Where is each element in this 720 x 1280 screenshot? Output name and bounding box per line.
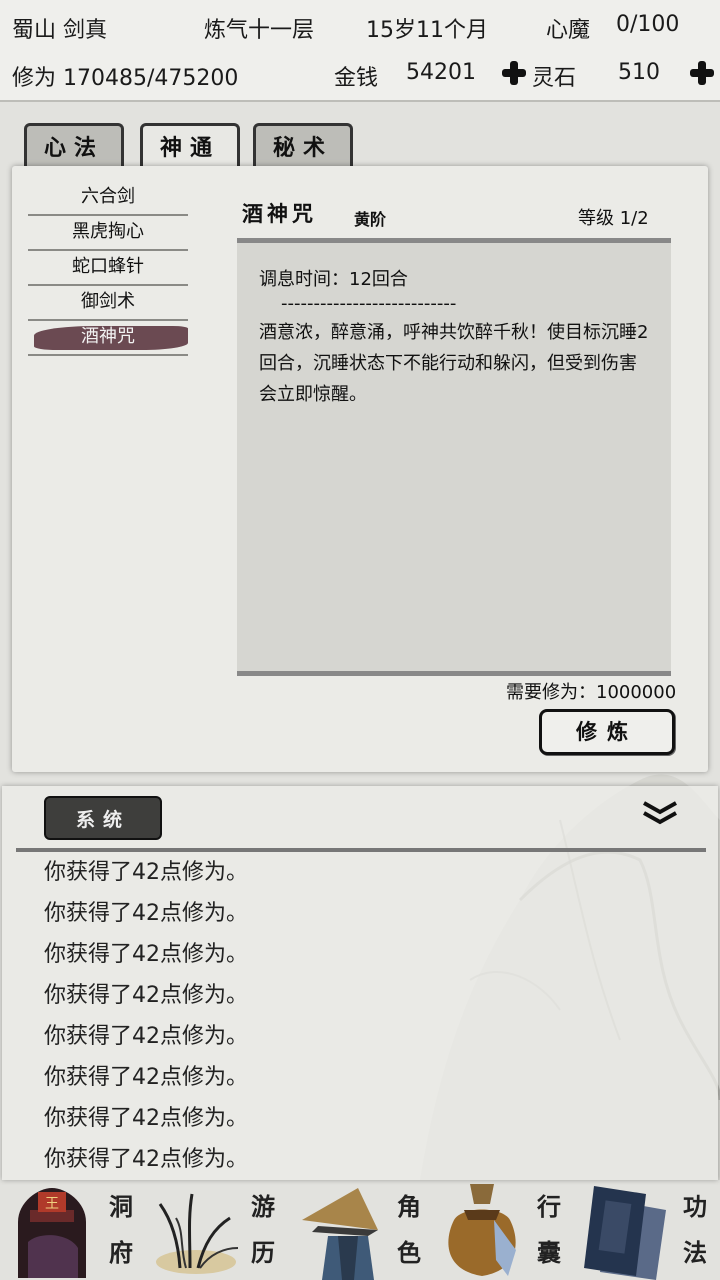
log-entry: 你获得了42点修为。 <box>44 983 248 1008</box>
skill-description: 酒意浓，醉意涌，呼神共饮醉千秋！使目标沉睡2回合，沉睡状态下不能行动和躲闪，但受… <box>259 322 649 405</box>
heart-demon-value: 0/100 <box>616 12 680 37</box>
realm-level: 炼气十一层 <box>204 18 315 43</box>
nav-label: 囊 <box>537 1238 561 1267</box>
skill-panel: 六合剑 黑虎掏心 蛇口蜂针 御剑术 酒神咒 酒神咒 黄阶 等级 1/2 调息时间… <box>12 166 708 772</box>
svg-text:王: 王 <box>45 1196 59 1212</box>
skill-item-label: 六合剑 <box>81 186 135 207</box>
age: 15岁11个月 <box>366 18 488 43</box>
sect-name: 蜀山 剑真 <box>12 18 107 43</box>
divider <box>16 848 706 852</box>
log-entry: 你获得了42点修为。 <box>44 1147 248 1172</box>
log-entry: 你获得了42点修为。 <box>44 1065 248 1090</box>
skill-list: 六合剑 黑虎掏心 蛇口蜂针 御剑术 酒神咒 <box>28 182 188 357</box>
divider: --------------------------- <box>281 293 457 314</box>
nav-label: 府 <box>109 1238 133 1267</box>
log-entry: 你获得了42点修为。 <box>44 901 248 926</box>
skill-rank: 黄阶 <box>354 210 387 229</box>
skill-item-label: 酒神咒 <box>81 326 135 347</box>
character-hat-icon <box>302 1188 378 1280</box>
cultivation-requirement: 需要修为：1000000 <box>506 682 677 703</box>
nav-label: 历 <box>251 1238 275 1267</box>
log-entries: 你获得了42点修为。 你获得了42点修为。 你获得了42点修为。 你获得了42点… <box>44 856 248 1184</box>
nav-label: 洞 <box>109 1192 133 1221</box>
nav-label: 行 <box>537 1192 561 1221</box>
books-icon <box>584 1186 666 1280</box>
log-entry: 你获得了42点修为。 <box>44 1106 248 1131</box>
cave-house-icon: 王 <box>18 1188 86 1278</box>
nav-travel[interactable]: 游 历 <box>144 1180 288 1280</box>
money-value: 54201 <box>406 60 476 85</box>
skill-item-label: 御剑术 <box>81 291 135 312</box>
skill-item-label: 蛇口蜂针 <box>72 256 144 277</box>
cultivation-progress: 修为 170485/475200 <box>12 66 239 91</box>
nav-bag[interactable]: 行 囊 <box>432 1180 576 1280</box>
tab-shentong[interactable]: 神通 <box>140 123 240 167</box>
tab-mishu[interactable]: 秘术 <box>253 123 353 167</box>
heart-demon-label: 心魔 <box>546 18 591 43</box>
add-money-icon[interactable] <box>502 61 526 85</box>
skill-item[interactable]: 黑虎掏心 <box>28 217 188 251</box>
collapse-chevron-icon[interactable] <box>642 800 678 828</box>
skill-name: 酒神咒 <box>242 201 317 226</box>
log-entry: 你获得了42点修为。 <box>44 860 248 885</box>
log-entry: 你获得了42点修为。 <box>44 1024 248 1049</box>
add-spirit-stone-icon[interactable] <box>690 61 714 85</box>
money-label: 金钱 <box>334 66 379 91</box>
spirit-stone-value: 510 <box>618 60 660 85</box>
status-header: 蜀山 剑真 炼气十一层 15岁11个月 心魔 0/100 修为 170485/4… <box>0 0 720 102</box>
bottom-nav: 王 洞 府 游 历 角 色 行 囊 功 法 <box>0 1180 720 1280</box>
skill-level: 等级 1/2 <box>578 208 649 229</box>
tab-xinfa[interactable]: 心法 <box>24 123 124 167</box>
nav-skills[interactable]: 功 法 <box>576 1180 720 1280</box>
skill-item[interactable]: 御剑术 <box>28 287 188 321</box>
spirit-stone-label: 灵石 <box>532 66 577 91</box>
nav-label: 角 <box>397 1192 421 1221</box>
skill-item-label: 黑虎掏心 <box>72 221 144 242</box>
travel-grass-icon <box>156 1193 239 1274</box>
bag-icon <box>448 1184 516 1276</box>
practice-button[interactable]: 修炼 <box>539 709 675 755</box>
log-entry: 你获得了42点修为。 <box>44 942 248 967</box>
skill-item[interactable]: 六合剑 <box>28 182 188 216</box>
skill-item[interactable]: 蛇口蜂针 <box>28 252 188 286</box>
nav-label: 色 <box>397 1238 421 1267</box>
system-tab-button[interactable]: 系统 <box>44 796 162 840</box>
nav-label: 法 <box>683 1238 707 1267</box>
nav-label: 游 <box>251 1192 275 1221</box>
message-log: 系统 你获得了42点修为。 你获得了42点修为。 你获得了42点修为。 你获得了… <box>2 786 718 1180</box>
nav-cave-house[interactable]: 王 洞 府 <box>0 1180 144 1280</box>
nav-label: 功 <box>683 1192 707 1221</box>
skill-description-box: 调息时间：12回合 --------------------------- 酒意… <box>237 238 671 676</box>
nav-character[interactable]: 角 色 <box>288 1180 432 1280</box>
cooldown-text: 调息时间：12回合 <box>259 269 408 290</box>
skill-item-selected[interactable]: 酒神咒 <box>28 322 188 356</box>
